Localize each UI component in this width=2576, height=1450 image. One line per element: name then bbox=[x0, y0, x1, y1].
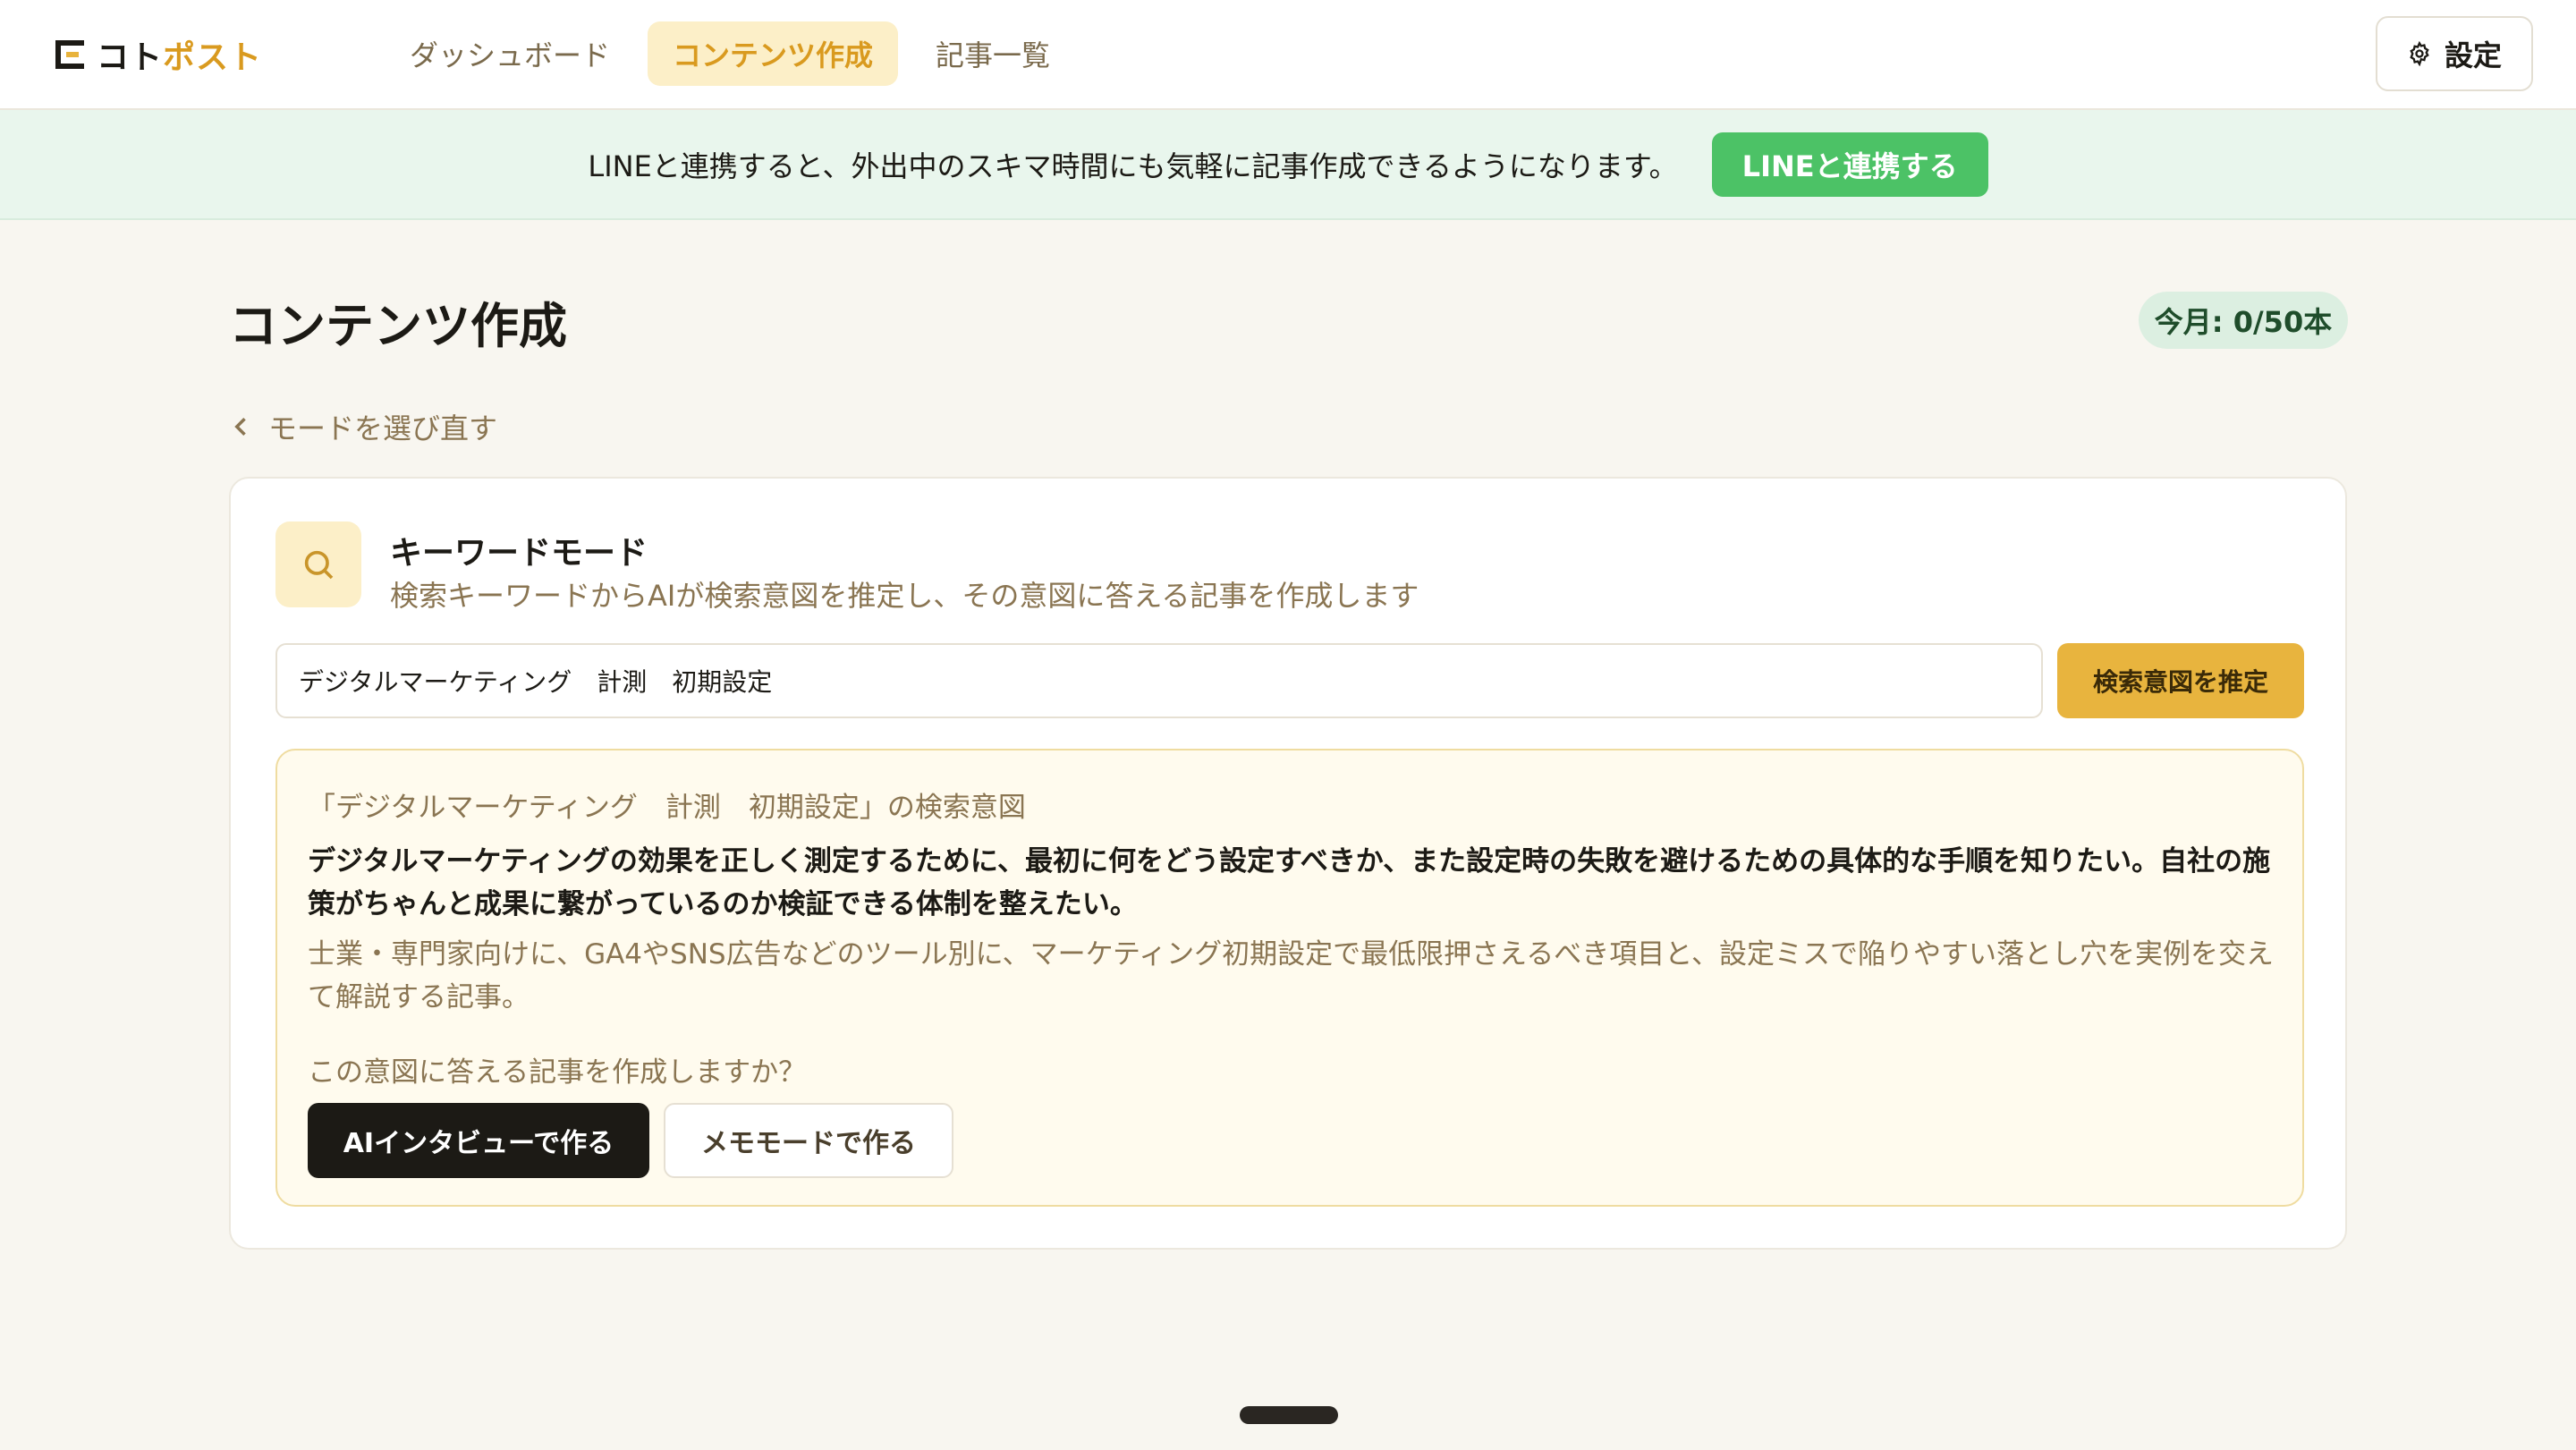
mode-title: キーワードモード bbox=[390, 535, 648, 572]
intent-sub-text: 士業・専門家向けに、GA4やSNS広告などのツール別に、マーケティング初期設定で… bbox=[308, 938, 2274, 1013]
chevron-left-icon bbox=[234, 418, 246, 436]
app-logo[interactable]: コトポスト bbox=[55, 32, 262, 77]
nav-article-list[interactable]: 記事一覧 bbox=[911, 21, 1075, 86]
monthly-quota-badge: 今月: 0/50本 bbox=[2139, 292, 2348, 349]
intent-title: 「デジタルマーケティング 計測 初期設定」の検索意図 bbox=[308, 792, 1026, 824]
intent-question: この意図に答える記事を作成しますか？ bbox=[308, 1056, 807, 1089]
home-indicator bbox=[1240, 1406, 1338, 1424]
estimate-intent-button[interactable]: 検索意図を推定 bbox=[2057, 643, 2304, 718]
nav-content-create[interactable]: コンテンツ作成 bbox=[648, 21, 899, 86]
line-banner-text: LINEと連携すると、外出中のスキマ時間にも気軽に記事作成できるようになります。 bbox=[588, 148, 1678, 183]
search-icon bbox=[304, 550, 334, 580]
keyword-mode-card: キーワードモード 検索キーワードからAIが検索意図を推定し、その意図に答える記事… bbox=[229, 477, 2347, 1250]
ai-interview-button[interactable]: AIインタビューで作る bbox=[308, 1103, 649, 1178]
settings-label: 設定 bbox=[2444, 38, 2502, 72]
memo-mode-button[interactable]: メモモードで作る bbox=[664, 1103, 953, 1178]
nav-dashboard[interactable]: ダッシュボード bbox=[385, 21, 635, 86]
line-connect-button[interactable]: LINEと連携する bbox=[1711, 131, 1988, 197]
mode-icon-container bbox=[275, 521, 361, 607]
intent-action-buttons: AIインタビューで作る メモモードで作る bbox=[308, 1103, 953, 1178]
intent-main-text: デジタルマーケティングの効果を正しく測定するために、最初に何をどう設定すべきか、… bbox=[308, 845, 2271, 920]
logo-icon bbox=[55, 40, 84, 69]
mode-description: 検索キーワードからAIが検索意図を推定し、その意図に答える記事を作成します bbox=[390, 579, 1419, 613]
gear-icon bbox=[2410, 41, 2429, 66]
keyword-input[interactable] bbox=[275, 643, 2043, 718]
main-nav: ダッシュボード コンテンツ作成 記事一覧 bbox=[385, 21, 1075, 86]
page-title: コンテンツ作成 bbox=[229, 298, 567, 354]
top-header: コトポスト ダッシュボード コンテンツ作成 記事一覧 設定 bbox=[0, 0, 2576, 110]
back-link-label: モードを選び直す bbox=[268, 411, 498, 445]
logo-text-part2: ポスト bbox=[163, 39, 263, 76]
logo-text-part1: コト bbox=[97, 39, 164, 76]
line-banner: LINEと連携すると、外出中のスキマ時間にも気軽に記事作成できるようになります。… bbox=[0, 110, 2576, 220]
search-intent-result: 「デジタルマーケティング 計測 初期設定」の検索意図 デジタルマーケティングの効… bbox=[275, 749, 2304, 1207]
settings-button[interactable]: 設定 bbox=[2376, 16, 2533, 91]
back-to-mode-select-link[interactable]: モードを選び直す bbox=[233, 406, 497, 447]
logo-text: コトポスト bbox=[97, 31, 262, 78]
